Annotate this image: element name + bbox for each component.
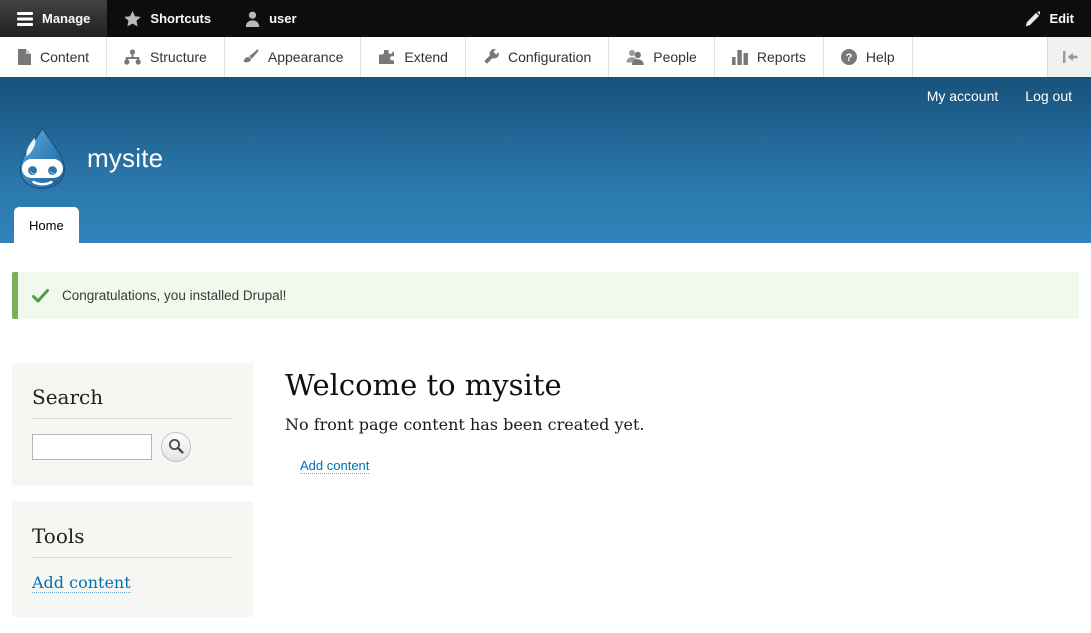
search-form xyxy=(32,432,233,462)
search-button[interactable] xyxy=(161,432,191,462)
toolbar-edit-label: Edit xyxy=(1049,11,1074,26)
pencil-icon xyxy=(1024,11,1040,27)
help-icon: ? xyxy=(841,49,857,65)
my-account-link[interactable]: My account xyxy=(927,88,999,104)
tab-home[interactable]: Home xyxy=(14,207,79,243)
menu-item-label: Configuration xyxy=(508,49,591,65)
status-message: Congratulations, you installed Drupal! xyxy=(12,272,1079,319)
magnifier-icon xyxy=(168,438,184,457)
status-message-text: Congratulations, you installed Drupal! xyxy=(62,288,286,303)
paintbrush-icon xyxy=(242,49,259,65)
collapse-left-icon xyxy=(1060,49,1079,65)
main-content: Welcome to mysite No front page content … xyxy=(253,363,1079,475)
menu-item-appearance[interactable]: Appearance xyxy=(225,37,362,77)
toolbar-tab-label: user xyxy=(269,11,296,26)
tools-links: Add content xyxy=(32,573,233,593)
page-layout: Search Tools Add content xyxy=(12,363,1079,633)
menu-item-label: Content xyxy=(40,49,89,65)
menu-item-label: Appearance xyxy=(268,49,344,65)
toolbar-tab-label: Manage xyxy=(42,11,90,26)
sidebar: Search Tools Add content xyxy=(12,363,253,633)
menu-item-reports[interactable]: Reports xyxy=(715,37,824,77)
checkmark-icon xyxy=(32,289,49,303)
file-icon xyxy=(17,49,31,65)
log-out-link[interactable]: Log out xyxy=(1025,88,1072,104)
star-icon xyxy=(124,11,141,27)
barchart-icon xyxy=(732,49,748,65)
user-icon xyxy=(245,11,260,27)
drupal-logo[interactable] xyxy=(12,126,73,190)
menu-item-label: Structure xyxy=(150,49,207,65)
toolbar-tab-label: Shortcuts xyxy=(150,11,211,26)
menu-item-people[interactable]: People xyxy=(609,37,715,77)
search-input[interactable] xyxy=(32,434,152,460)
tools-block-title: Tools xyxy=(32,516,233,558)
sidebar-add-content-link[interactable]: Add content xyxy=(32,573,131,593)
drupal-admin-page: Manage Shortcuts user Edit Co xyxy=(0,0,1091,615)
search-block-title: Search xyxy=(32,377,233,419)
wrench-icon xyxy=(483,49,499,65)
toolbar-spacer xyxy=(314,0,1008,37)
toolbar-tab-user[interactable]: user xyxy=(228,0,313,37)
menu-item-structure[interactable]: Structure xyxy=(107,37,225,77)
add-content-link[interactable]: Add content xyxy=(300,458,369,474)
site-branding: mysite xyxy=(12,126,163,190)
toolbar-tab-manage[interactable]: Manage xyxy=(0,0,107,37)
menu-item-content[interactable]: Content xyxy=(0,37,107,77)
menu-item-label: Help xyxy=(866,49,895,65)
tools-block: Tools Add content xyxy=(12,502,253,617)
search-block: Search xyxy=(12,363,253,486)
people-icon xyxy=(626,49,644,65)
empty-frontpage-text: No front page content has been created y… xyxy=(285,415,1079,434)
admin-menu-tray: Content Structure Appearance Extend Conf… xyxy=(0,37,1091,77)
secondary-menu: My account Log out xyxy=(927,88,1072,104)
menu-item-configuration[interactable]: Configuration xyxy=(466,37,609,77)
site-header: My account Log out xyxy=(0,77,1091,243)
site-name[interactable]: mysite xyxy=(87,143,163,174)
page-body: Congratulations, you installed Drupal! S… xyxy=(0,272,1091,633)
page-title: Welcome to mysite xyxy=(285,368,1079,402)
menu-tray-spacer xyxy=(913,37,1047,77)
toolbar-tab-shortcuts[interactable]: Shortcuts xyxy=(107,0,228,37)
menu-item-label: People xyxy=(653,49,697,65)
action-links: Add content xyxy=(300,457,1079,475)
menu-item-label: Reports xyxy=(757,49,806,65)
menu-item-extend[interactable]: Extend xyxy=(361,37,466,77)
menu-item-help[interactable]: ? Help xyxy=(824,37,913,77)
menu-item-label: Extend xyxy=(404,49,448,65)
hamburger-icon xyxy=(17,12,33,26)
svg-text:?: ? xyxy=(846,52,853,64)
admin-toolbar: Manage Shortcuts user Edit xyxy=(0,0,1091,37)
tray-collapse-button[interactable] xyxy=(1047,37,1091,77)
primary-tabs: Home xyxy=(14,207,79,243)
sitemap-icon xyxy=(124,49,141,65)
toolbar-edit-button[interactable]: Edit xyxy=(1007,0,1091,37)
puzzle-icon xyxy=(378,49,395,65)
